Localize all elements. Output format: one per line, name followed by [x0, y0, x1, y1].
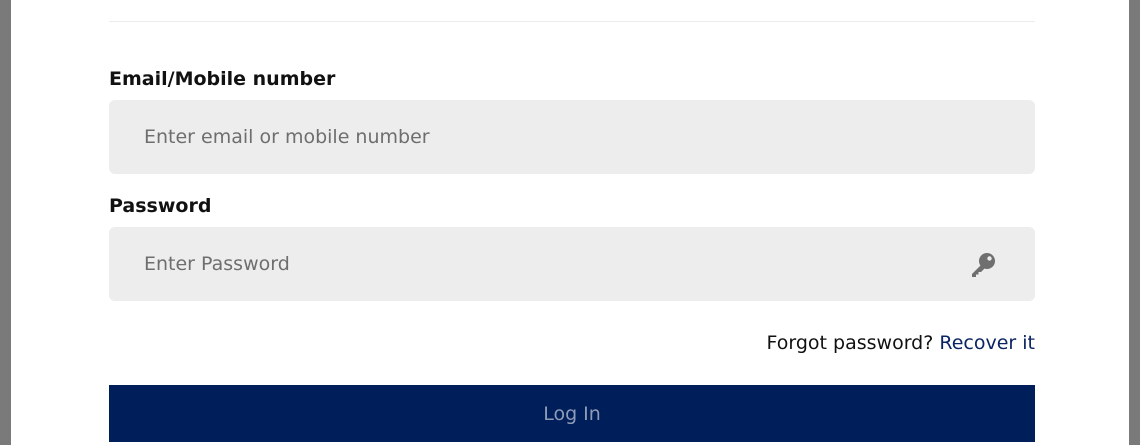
password-label: Password [109, 195, 212, 217]
forgot-password-row: Forgot password? Recover it [767, 331, 1036, 355]
email-label: Email/Mobile number [109, 68, 336, 90]
email-field[interactable] [109, 100, 1035, 174]
login-modal: Email/Mobile number Password Forgot pass… [11, 0, 1129, 445]
password-field-container [109, 227, 1035, 301]
key-icon[interactable] [969, 251, 997, 279]
forgot-password-text: Forgot password? [766, 332, 934, 354]
recover-link[interactable]: Recover it [939, 332, 1035, 354]
header-divider [109, 21, 1035, 22]
email-field-container [109, 100, 1035, 174]
login-button[interactable]: Log In [109, 385, 1035, 442]
password-field[interactable] [109, 227, 1035, 301]
